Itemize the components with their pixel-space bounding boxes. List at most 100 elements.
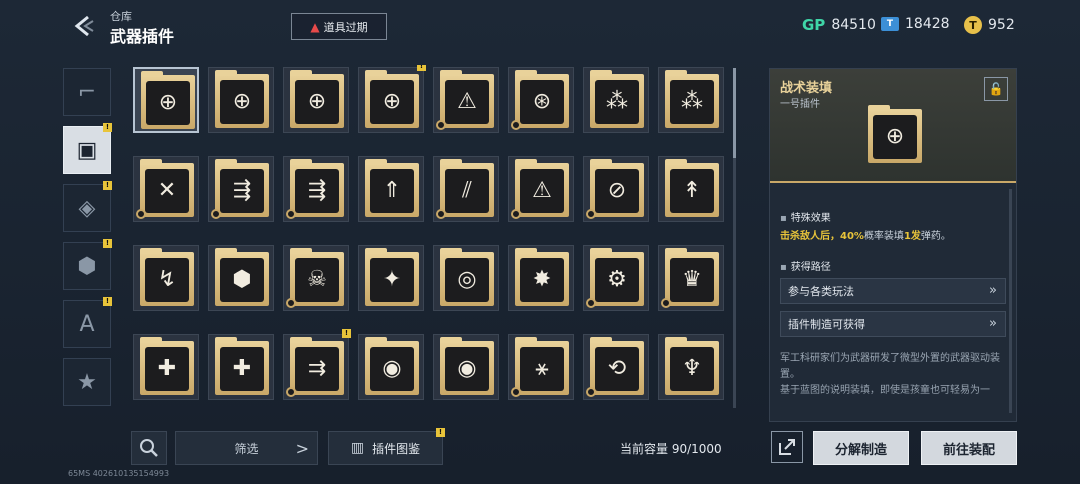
currency-coin-value: 952 (988, 17, 1015, 33)
plugin-atlas-button[interactable]: ▥ 插件图鉴 ! (328, 428, 445, 465)
gear-icon (286, 298, 296, 308)
filter-button[interactable]: 筛选 > (175, 431, 318, 465)
plugin-card: ⚠ (440, 70, 494, 128)
plugin-cell[interactable]: ⇉! (283, 329, 351, 400)
plugin-cell[interactable]: ↟ (658, 156, 724, 222)
plugin-cell[interactable]: ◎ (433, 245, 499, 311)
star-icon: ★ (77, 369, 97, 395)
double-chevron-right-icon: » (989, 316, 997, 331)
plugin-cell[interactable]: ✚ (133, 334, 199, 400)
plugin-gear-gun-icon: ⚙ (607, 267, 627, 292)
plugin-card: ⊕ (141, 71, 195, 129)
plugin-spin-target-icon: ⚹ (535, 356, 549, 381)
plugin-orb-icon: ◉ (382, 356, 402, 381)
plugin-cell[interactable]: ⫽ (433, 156, 499, 222)
plugin-cell[interactable]: ⇶ (208, 156, 274, 222)
plugin-card: ↯ (140, 248, 194, 306)
plugin-grid: ⊕ ⊕ ⊕ ⊕! ⚠ ⊛ ⁂ ⁂ ✕ ⇶ ⇶ ⇑ ⫽ ⚠ ⊘ ↟ ↯ ⬢ ☠ ✦ ◎ ✸ ⚙ ♛ ✚ ✚ ⇉! ◉ ◉ ⚹ ⟲ ♆ (131, 65, 727, 415)
go-equip-button[interactable]: 前往装配 (921, 431, 1017, 465)
plugin-cell[interactable]: ⇑ (358, 156, 424, 222)
plugin-cell[interactable]: ✸ (508, 245, 574, 311)
plugin-cell[interactable]: ◉ (433, 334, 499, 400)
plugin-cell[interactable]: ⁂ (583, 67, 649, 133)
plugin-card: ☠ (290, 248, 344, 306)
gear-icon (586, 387, 596, 397)
currency-ticket-value: 18428 (905, 16, 950, 32)
category-tab-4[interactable]: ⬢! (63, 239, 112, 290)
plugin-card: ⊕ (215, 70, 269, 128)
double-chevron-right-icon: » (989, 283, 997, 298)
plugin-card: ⊘ (590, 159, 644, 217)
plugin-cell[interactable]: ☠ (283, 245, 349, 311)
source-row-gameplay[interactable]: 参与各类玩法 » (780, 278, 1006, 304)
gear-icon (661, 298, 671, 308)
plugin-cell[interactable]: ✦ (358, 245, 424, 311)
gear-icon (511, 120, 521, 130)
category-tab-3[interactable]: ◈! (63, 181, 112, 232)
plugin-cycle-up-icon: ⟲ (607, 356, 627, 381)
category-tab-5[interactable]: A! (63, 297, 112, 348)
category-tab-6[interactable]: ★ (63, 358, 111, 406)
plugin-crown-icon: ♛ (682, 267, 702, 292)
notification-badge: ! (417, 65, 426, 71)
plugin-cell[interactable]: ✚ (208, 334, 274, 400)
search-button[interactable] (131, 431, 167, 465)
plugin-explosion-icon: ✸ (532, 267, 552, 292)
detail-scrollbar[interactable] (1009, 189, 1012, 413)
plugin-cell[interactable]: ⚠ (433, 67, 499, 133)
plugin-cell[interactable]: ⚙ (583, 245, 649, 311)
plugin-cell[interactable]: ⚠ (508, 156, 574, 222)
plugin-cell[interactable]: ⊕ (208, 67, 274, 133)
plugin-card: ✚ (140, 337, 194, 395)
plugin-cell[interactable]: ♆ (658, 334, 724, 400)
grid-scroll-thumb[interactable] (733, 68, 736, 158)
plugin-cell[interactable]: ⬢ (208, 245, 274, 311)
detail-panel: 战术装填 一号插件 🔓 ⊕ 特殊效果 击杀敌人后，40%概率装填1发弹药。 获得… (769, 68, 1017, 422)
plugin-arrows-up-icon: ↟ (682, 178, 702, 203)
source-row-crafting[interactable]: 插件制造可获得 » (780, 311, 1006, 337)
category-tab-2[interactable]: ▣! (63, 123, 112, 174)
plugin-cell[interactable]: ⊘ (583, 156, 649, 222)
plugin-bullets-up-icon: ⇶ (307, 178, 327, 203)
plugin-card: ◎ (440, 248, 494, 306)
plugin-card: ⚙ (590, 248, 644, 306)
lore-fade (770, 389, 1016, 421)
grenade-icon: ◈ (78, 195, 96, 221)
warning-icon: ▲ (310, 19, 320, 34)
atlas-icon: ▥ (350, 440, 365, 456)
plugin-cell[interactable]: ⟲ (583, 334, 649, 400)
source-section-title: 获得路径 (780, 258, 831, 273)
expired-items-button[interactable]: ▲ 道具过期 (291, 13, 387, 40)
plugin-card: ⁂ (590, 70, 644, 128)
plugin-no-slash-icon: ⊘ (607, 178, 627, 203)
expired-items-label: 道具过期 (323, 20, 368, 34)
plugin-card: ♆ (665, 337, 719, 395)
lock-button[interactable]: 🔓 (984, 77, 1008, 101)
module-icon: ⬢ (77, 253, 97, 279)
share-button[interactable] (771, 431, 803, 463)
plugin-cell[interactable]: ⊕! (358, 65, 426, 133)
plugin-cell[interactable]: ✕ (133, 156, 199, 222)
plugin-cell[interactable]: ⊕ (133, 67, 199, 133)
plugin-card: ✸ (515, 248, 569, 306)
plugin-cell[interactable]: ⁂ (658, 67, 724, 133)
back-button[interactable] (62, 8, 106, 44)
armor-icon: A (79, 311, 95, 337)
breadcrumb: 仓库 (110, 10, 132, 23)
plugin-cell[interactable]: ♛ (658, 245, 724, 311)
plugin-orb-icon: ◉ (457, 356, 477, 381)
category-tab-1[interactable]: ⌐ (63, 68, 111, 116)
currency-gp: GP 84510 (802, 16, 876, 34)
notification-badge: ! (342, 329, 351, 338)
dismantle-button[interactable]: 分解制造 (813, 431, 909, 465)
notification-badge: ! (103, 123, 112, 132)
plugin-cell[interactable]: ↯ (133, 245, 199, 311)
filter-label: 筛选 (234, 441, 259, 456)
coin-icon: T (964, 16, 982, 34)
plugin-cell[interactable]: ⊕ (283, 67, 349, 133)
plugin-cell[interactable]: ⊛ (508, 67, 574, 133)
plugin-hex-shield-icon: ⬢ (232, 267, 252, 292)
plugin-cell[interactable]: ⚹ (508, 334, 574, 400)
plugin-cell[interactable]: ◉ (358, 334, 424, 400)
plugin-cell[interactable]: ⇶ (283, 156, 349, 222)
